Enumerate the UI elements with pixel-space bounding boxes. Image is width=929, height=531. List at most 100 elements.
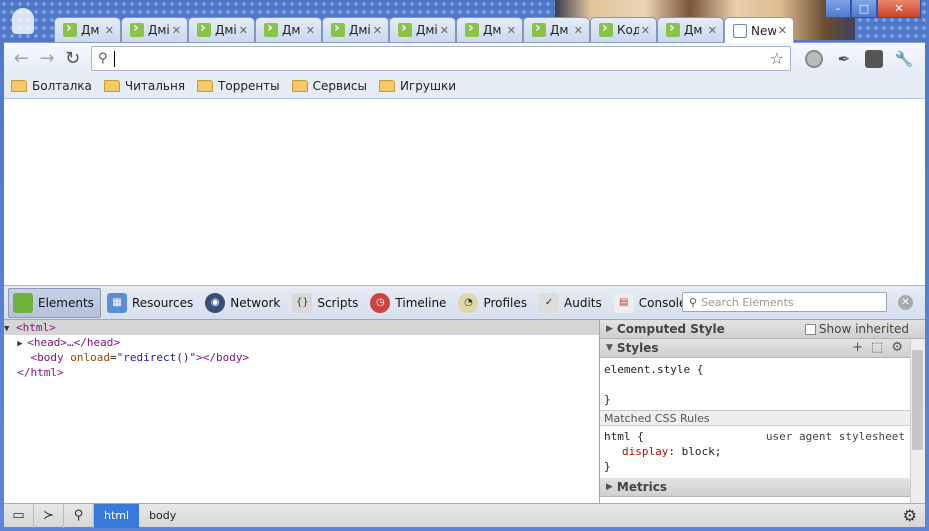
devtools-tab-audits[interactable]: ✓ Audits xyxy=(535,288,608,318)
close-icon[interactable]: ✕ xyxy=(708,24,717,37)
element-state-icon[interactable]: ⬚ xyxy=(871,340,883,355)
devtools-tab-profiles[interactable]: ◔ Profiles xyxy=(454,288,533,318)
add-rule-icon[interactable]: + xyxy=(852,340,863,355)
tab[interactable]: Дмі✕ xyxy=(188,17,255,42)
show-inherited-toggle[interactable]: Show inherited xyxy=(804,322,909,336)
tab[interactable]: Дм ✕ xyxy=(54,17,121,42)
clear-search-icon[interactable]: ✕ xyxy=(898,295,913,310)
devtools-toolbar: Elements ▦ Resources ◉ Network{} Scripts ◷ Time… xyxy=(4,285,925,320)
close-icon[interactable]: ✕ xyxy=(507,24,516,37)
checkbox[interactable] xyxy=(804,323,816,335)
bookmark-folder[interactable]: Болталка xyxy=(11,79,92,93)
tab-title: Дм xyxy=(684,23,703,37)
folder-icon xyxy=(11,80,27,92)
dom-tree: ▼ <html> ▶ <head>…</head> <body onload="re… xyxy=(4,320,599,503)
close-icon[interactable]: ✕ xyxy=(778,24,787,37)
styles-tools: + ⬚ ⚙ xyxy=(844,340,903,355)
breadcrumb-body[interactable]: body xyxy=(139,504,186,528)
breadcrumb-html[interactable]: html xyxy=(94,503,140,528)
timeline-icon: ◷ xyxy=(370,292,391,313)
bookmarks-bar: Болталка Читальня Торренты Сервисы Игрушки xyxy=(4,74,925,99)
dom-node-body[interactable]: <body onload="redirect()"></body> xyxy=(4,350,599,365)
bookmark-label: Сервисы xyxy=(312,79,367,93)
console-toggle-icon[interactable]: ≻ xyxy=(34,503,64,528)
extension-evernote-icon[interactable] xyxy=(862,47,886,71)
metrics-header[interactable]: ▶ Metrics xyxy=(600,478,911,497)
close-icon[interactable]: ✕ xyxy=(574,24,583,37)
devtools-tab-scripts[interactable]: {} Scripts xyxy=(288,288,364,318)
site-favicon-icon xyxy=(264,20,278,37)
wrench-icon[interactable]: 🔧 xyxy=(892,47,916,71)
forward-icon[interactable]: → xyxy=(36,47,59,71)
close-icon[interactable]: ✕ xyxy=(172,24,181,37)
profile-avatar-icon[interactable] xyxy=(12,8,34,34)
close-icon[interactable]: ✕ xyxy=(105,24,114,37)
extension-icons: ✒ 🔧 xyxy=(799,47,919,71)
collapsed-arrow-icon: ▶ xyxy=(606,482,613,492)
bookmark-label: Болталка xyxy=(32,79,92,93)
matched-css-rules-label: Matched CSS Rules xyxy=(600,410,925,426)
tab-title: Код xyxy=(617,23,639,37)
back-icon[interactable]: ← xyxy=(10,47,33,71)
tab[interactable]: Дм ✕ xyxy=(255,17,322,42)
devtools-tab-network[interactable]: ◉ Network xyxy=(201,288,286,318)
close-window-button[interactable]: ✕ xyxy=(877,0,921,18)
tab[interactable]: Дм ✕ xyxy=(456,17,523,42)
inspect-search-icon[interactable]: ⚲ xyxy=(64,503,94,528)
devtools-tab-timeline[interactable]: ◷ Timeline xyxy=(366,288,452,318)
devtools-tab-console[interactable]: ▤ Console xyxy=(610,288,693,318)
dom-node-html[interactable]: ▼ <html> xyxy=(4,320,599,335)
tab[interactable]: Дм ✕ xyxy=(657,17,724,42)
devtools-search[interactable]: ⚲ xyxy=(682,292,887,312)
folder-icon xyxy=(291,80,308,92)
browser-toolbar: ← → ↻ ⚲ ☆ ✒ 🔧 xyxy=(4,42,925,74)
resources-icon: ▦ xyxy=(106,292,127,313)
tab[interactable]: Код✕ xyxy=(590,17,657,42)
tab-title: Дм xyxy=(550,23,569,37)
bookmark-folder[interactable]: Игрушки xyxy=(378,79,456,93)
tab-title: New xyxy=(751,23,776,38)
extension-feather-icon[interactable]: ✒ xyxy=(832,47,856,71)
close-icon[interactable]: ✕ xyxy=(239,24,248,37)
bookmark-folder[interactable]: Читальня xyxy=(103,79,185,93)
sidebar-scroll-thumb[interactable] xyxy=(912,350,923,450)
minimize-button[interactable]: – xyxy=(825,0,851,18)
tab-title: Дм xyxy=(282,23,301,37)
tab[interactable]: Дмі✕ xyxy=(389,17,456,42)
maximize-button[interactable]: □ xyxy=(851,0,877,18)
search-elements-input[interactable] xyxy=(701,295,882,309)
close-icon[interactable]: ✕ xyxy=(440,24,449,37)
site-favicon-icon xyxy=(63,20,77,37)
close-icon[interactable]: ✕ xyxy=(641,24,650,37)
close-icon[interactable]: ✕ xyxy=(306,24,315,37)
bookmark-folder[interactable]: Торренты xyxy=(197,79,280,93)
tab[interactable]: Дм ✕ xyxy=(523,17,590,42)
settings-gear-icon[interactable]: ⚙ xyxy=(903,506,917,525)
tab[interactable]: Дмі✕ xyxy=(121,17,188,42)
tab[interactable]: Дмі✕ xyxy=(322,17,389,42)
reload-icon[interactable]: ↻ xyxy=(61,47,84,71)
html-ua-rule[interactable]: html {user agent stylesheet display: blo… xyxy=(600,426,925,474)
star-icon[interactable]: ☆ xyxy=(770,49,784,68)
dock-icon[interactable]: ▭ xyxy=(4,503,34,528)
tab-title: Дмі xyxy=(215,23,237,37)
site-favicon-icon xyxy=(599,20,613,37)
element-style-rule[interactable]: element.style { } xyxy=(600,358,925,407)
dom-node-head[interactable]: ▶ <head>…</head> xyxy=(4,335,599,350)
search-icon: ⚲ xyxy=(689,295,698,309)
styles-header[interactable]: ▼ Styles + ⬚ ⚙ xyxy=(600,339,925,358)
omnibox[interactable]: ⚲ ☆ xyxy=(91,46,792,71)
bookmark-folder[interactable]: Сервисы xyxy=(291,79,367,93)
extension-block-icon[interactable] xyxy=(802,47,826,71)
devtools-tab-elements[interactable]: Elements xyxy=(8,287,101,318)
network-icon: ◉ xyxy=(205,292,226,313)
devtools-tab-resources[interactable]: ▦ Resources xyxy=(103,288,199,318)
close-icon[interactable]: ✕ xyxy=(373,24,382,37)
collapsed-arrow-icon: ▶ xyxy=(606,324,613,334)
folder-icon xyxy=(378,80,395,92)
console-icon: ▤ xyxy=(613,292,634,313)
gear-icon[interactable]: ⚙ xyxy=(891,340,903,355)
computed-style-header[interactable]: ▶ Computed Style Show inherited xyxy=(600,320,925,339)
address-input[interactable] xyxy=(113,50,770,67)
tab[interactable]: New ✕ xyxy=(724,17,794,43)
